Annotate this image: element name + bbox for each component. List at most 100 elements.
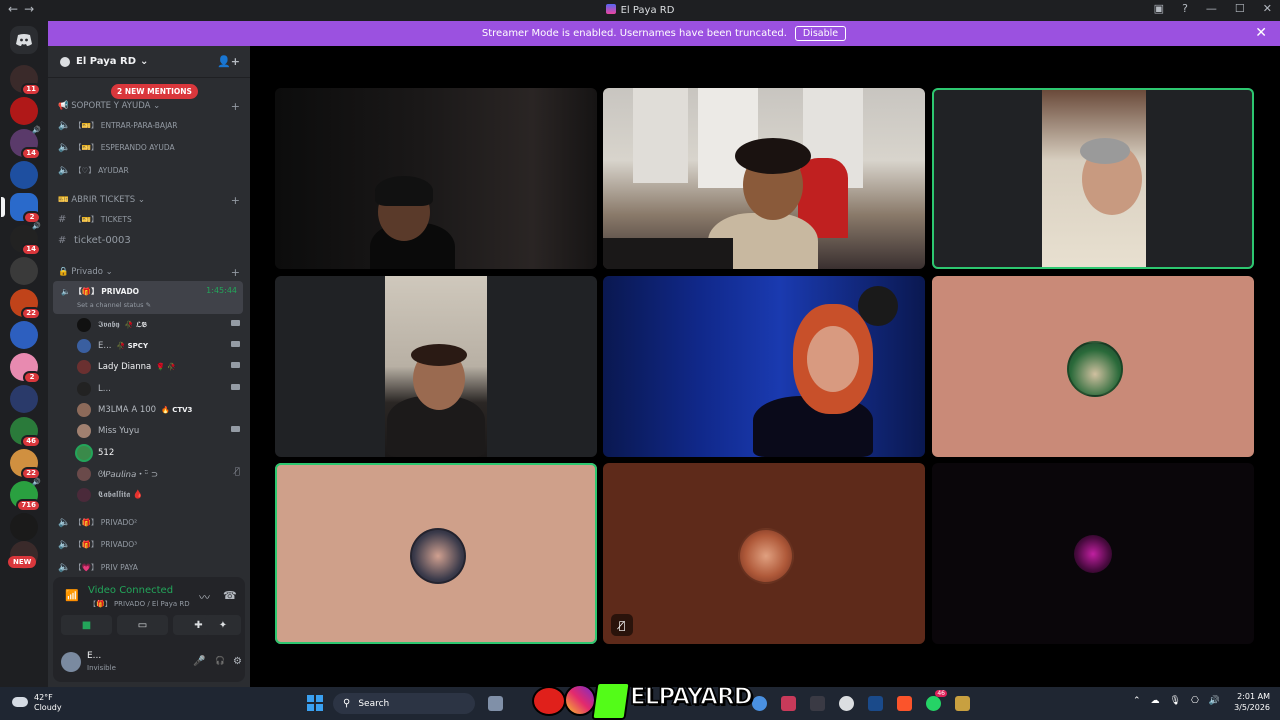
search-icon: ⚲ xyxy=(343,698,351,709)
channel-privado-label: 🔈 【🎁】 PRIVADO xyxy=(61,287,140,296)
plus-icon[interactable]: + xyxy=(231,100,240,113)
microphone-icon[interactable]: 🎤 xyxy=(193,656,205,667)
video-tile-avatar[interactable] xyxy=(932,463,1254,644)
signal-icon[interactable]: 📶 xyxy=(65,589,79,602)
video-tile-avatar-speaking[interactable] xyxy=(275,463,597,644)
avatar xyxy=(77,339,91,353)
app-icon[interactable] xyxy=(810,696,825,711)
video-tile-speaking[interactable] xyxy=(932,88,1254,269)
maximize-button[interactable]: ☐ xyxy=(1235,2,1245,15)
server-icon[interactable]: 11 xyxy=(10,65,41,96)
plus-icon[interactable]: + xyxy=(231,194,240,207)
chevron-down-icon: ⌄ xyxy=(140,56,149,67)
task-view-icon[interactable] xyxy=(488,696,503,711)
server-icon[interactable] xyxy=(10,321,38,349)
voice-user[interactable]: Miss Yuyu xyxy=(77,424,240,438)
brave-icon[interactable] xyxy=(897,696,912,711)
channel-tickets[interactable]: # 【🎫】 TICKETS xyxy=(58,214,238,225)
server-icon[interactable]: 22 xyxy=(10,449,41,480)
category-abrir-tickets[interactable]: 🎫 ABRIR TICKETS ⌄ + xyxy=(58,194,240,207)
windows-start-icon[interactable] xyxy=(307,695,323,711)
server-icon[interactable]: 46 xyxy=(10,417,41,448)
video-tile[interactable] xyxy=(275,276,597,457)
whatsapp-icon[interactable]: 46 xyxy=(926,690,947,711)
voice-channel[interactable]: 【🎁】 PRIVADO / El Paya RD xyxy=(89,599,190,609)
server-icon[interactable] xyxy=(10,257,38,285)
channel-ayudar[interactable]: 🔈 【♡】 AYUDAR xyxy=(58,165,238,176)
headphones-icon[interactable]: 🎧 xyxy=(215,656,225,665)
video-tile[interactable] xyxy=(603,88,925,269)
inbox-icon[interactable]: ▣ xyxy=(1154,2,1164,15)
server-icon[interactable] xyxy=(10,513,38,541)
server-icon[interactable]: 🔊 14 xyxy=(10,126,41,160)
channel-ticket-0003[interactable]: # ticket-0003 xyxy=(58,235,238,246)
disconnect-icon[interactable]: ☎ xyxy=(223,589,237,602)
new-badge[interactable]: NEW xyxy=(8,556,37,568)
help-icon[interactable]: ? xyxy=(1182,2,1188,15)
server-icon[interactable] xyxy=(10,161,38,189)
channel-privado-selected[interactable]: 🔈 【🎁】 PRIVADO 1:45:44 Set a channel statu… xyxy=(53,281,243,314)
channel-privado-2[interactable]: 🔈 【🎁】 PRIVADO² xyxy=(58,517,238,528)
video-tile[interactable] xyxy=(275,88,597,269)
channel-esperando-ayuda[interactable]: 🔈 【🎫】 ESPERANDO AYUDA xyxy=(58,142,238,153)
discord-home-icon[interactable] xyxy=(10,26,38,54)
guild-header[interactable]: El Paya RD ⌄ 👤+ xyxy=(48,46,250,78)
close-button[interactable]: ✕ xyxy=(1263,2,1272,15)
channel-entrar-para-bajar[interactable]: 🔈 【🎫】 ENTRAR-PARA-BAJAR xyxy=(58,120,238,131)
clock[interactable]: 2:01 AM 3/5/2026 xyxy=(1234,691,1270,713)
server-icon[interactable]: 🔊 14 xyxy=(10,222,41,256)
speaker-icon: 🔈 xyxy=(58,142,71,153)
voice-user[interactable]: 𝕮𝖆𝖇𝖆𝖑𝖑𝖎𝖙𝖆 🩸 xyxy=(77,488,240,502)
avatar xyxy=(77,424,91,438)
new-mentions-badge[interactable]: 2 NEW MENTIONS xyxy=(111,84,198,99)
minimize-button[interactable]: — xyxy=(1206,2,1217,15)
disable-button[interactable]: Disable xyxy=(794,26,847,41)
hash-icon: # xyxy=(58,214,67,225)
server-icon-active[interactable]: 2 xyxy=(1,193,41,224)
steam-icon[interactable] xyxy=(868,696,883,711)
voice-user[interactable]: M3LMA A 100 🔥 CTV3 xyxy=(77,403,240,417)
add-member-icon[interactable]: 👤+ xyxy=(217,55,240,68)
channel-status[interactable]: Set a channel status ✎ xyxy=(77,301,151,309)
voice-user[interactable]: E... 🥀 SPCY xyxy=(77,339,240,353)
video-tile[interactable] xyxy=(603,276,925,457)
user-status: Invisible xyxy=(87,664,116,672)
app-icon[interactable] xyxy=(781,696,796,711)
banner-close-icon[interactable]: ✕ xyxy=(1255,25,1267,41)
app-icon[interactable] xyxy=(955,696,970,711)
video-tile-avatar[interactable]: 🎙̸ xyxy=(603,463,925,644)
server-icon[interactable] xyxy=(10,385,38,413)
voice-status[interactable]: Video Connected xyxy=(88,585,173,596)
server-icon[interactable]: 🔊 716 xyxy=(10,478,41,512)
voice-user[interactable]: Lady Dianna 🌹 🥀 xyxy=(77,360,240,374)
server-icon[interactable] xyxy=(10,97,38,125)
weather-widget[interactable]: 42°F Cloudy xyxy=(12,693,62,713)
camera-button[interactable]: ■ xyxy=(61,615,112,635)
channel-privado-3[interactable]: 🔈 【🎁】 PRIVADO³ xyxy=(58,539,238,550)
soundboard-button[interactable]: ✦ xyxy=(205,615,241,635)
video-tile-avatar[interactable] xyxy=(932,276,1254,457)
taskbar-search[interactable]: ⚲ Search xyxy=(333,693,475,714)
noise-suppression-icon[interactable]: 〰 xyxy=(199,589,210,605)
channel-priv-paya[interactable]: 🔈 【💗】 PRIV PAYA xyxy=(58,562,238,573)
screen-share-button[interactable]: ▭ xyxy=(117,615,168,635)
category-soporte[interactable]: 📢 SOPORTE Y AYUDA ⌄ + xyxy=(58,100,240,113)
server-icon[interactable]: 2 xyxy=(10,353,41,384)
voice-user[interactable]: L... xyxy=(77,382,240,396)
gear-icon[interactable]: ⚙ xyxy=(233,656,242,667)
system-tray[interactable]: ⌃ ☁ 🎙 ⎔ 🔊 xyxy=(1133,696,1220,706)
time: 2:01 AM xyxy=(1237,692,1270,701)
avatar[interactable] xyxy=(61,652,81,672)
category-privado[interactable]: 🔒 Privado ⌄ + xyxy=(58,266,240,279)
plus-icon[interactable]: + xyxy=(231,266,240,279)
user-panel: E... Invisible 🎤 🎧 ⚙ xyxy=(53,643,245,679)
server-list: 11 🔊 14 2 🔊 14 22 2 46 22 🔊 716 NEW xyxy=(0,21,48,687)
channel-sidebar: El Paya RD ⌄ 👤+ 2 NEW MENTIONS 📢 SOPORTE… xyxy=(48,46,250,687)
server-icon[interactable]: 22 xyxy=(10,289,41,320)
voice-user[interactable]: 𝕴𝖛𝖆𝖇𝖞 🥀 ℒ𝔅 xyxy=(77,318,240,332)
chrome-icon[interactable] xyxy=(752,696,767,711)
app-icon[interactable] xyxy=(839,696,854,711)
window-controls: ▣ ? — ☐ ✕ xyxy=(1154,2,1272,15)
voice-user[interactable]: ᘛ𝘗𝘢𝘶𝘭𝘪𝘯𝘢・ᵕ̈ ⊃ 🎙̸ xyxy=(77,467,240,481)
voice-user[interactable]: 512 xyxy=(77,446,240,460)
